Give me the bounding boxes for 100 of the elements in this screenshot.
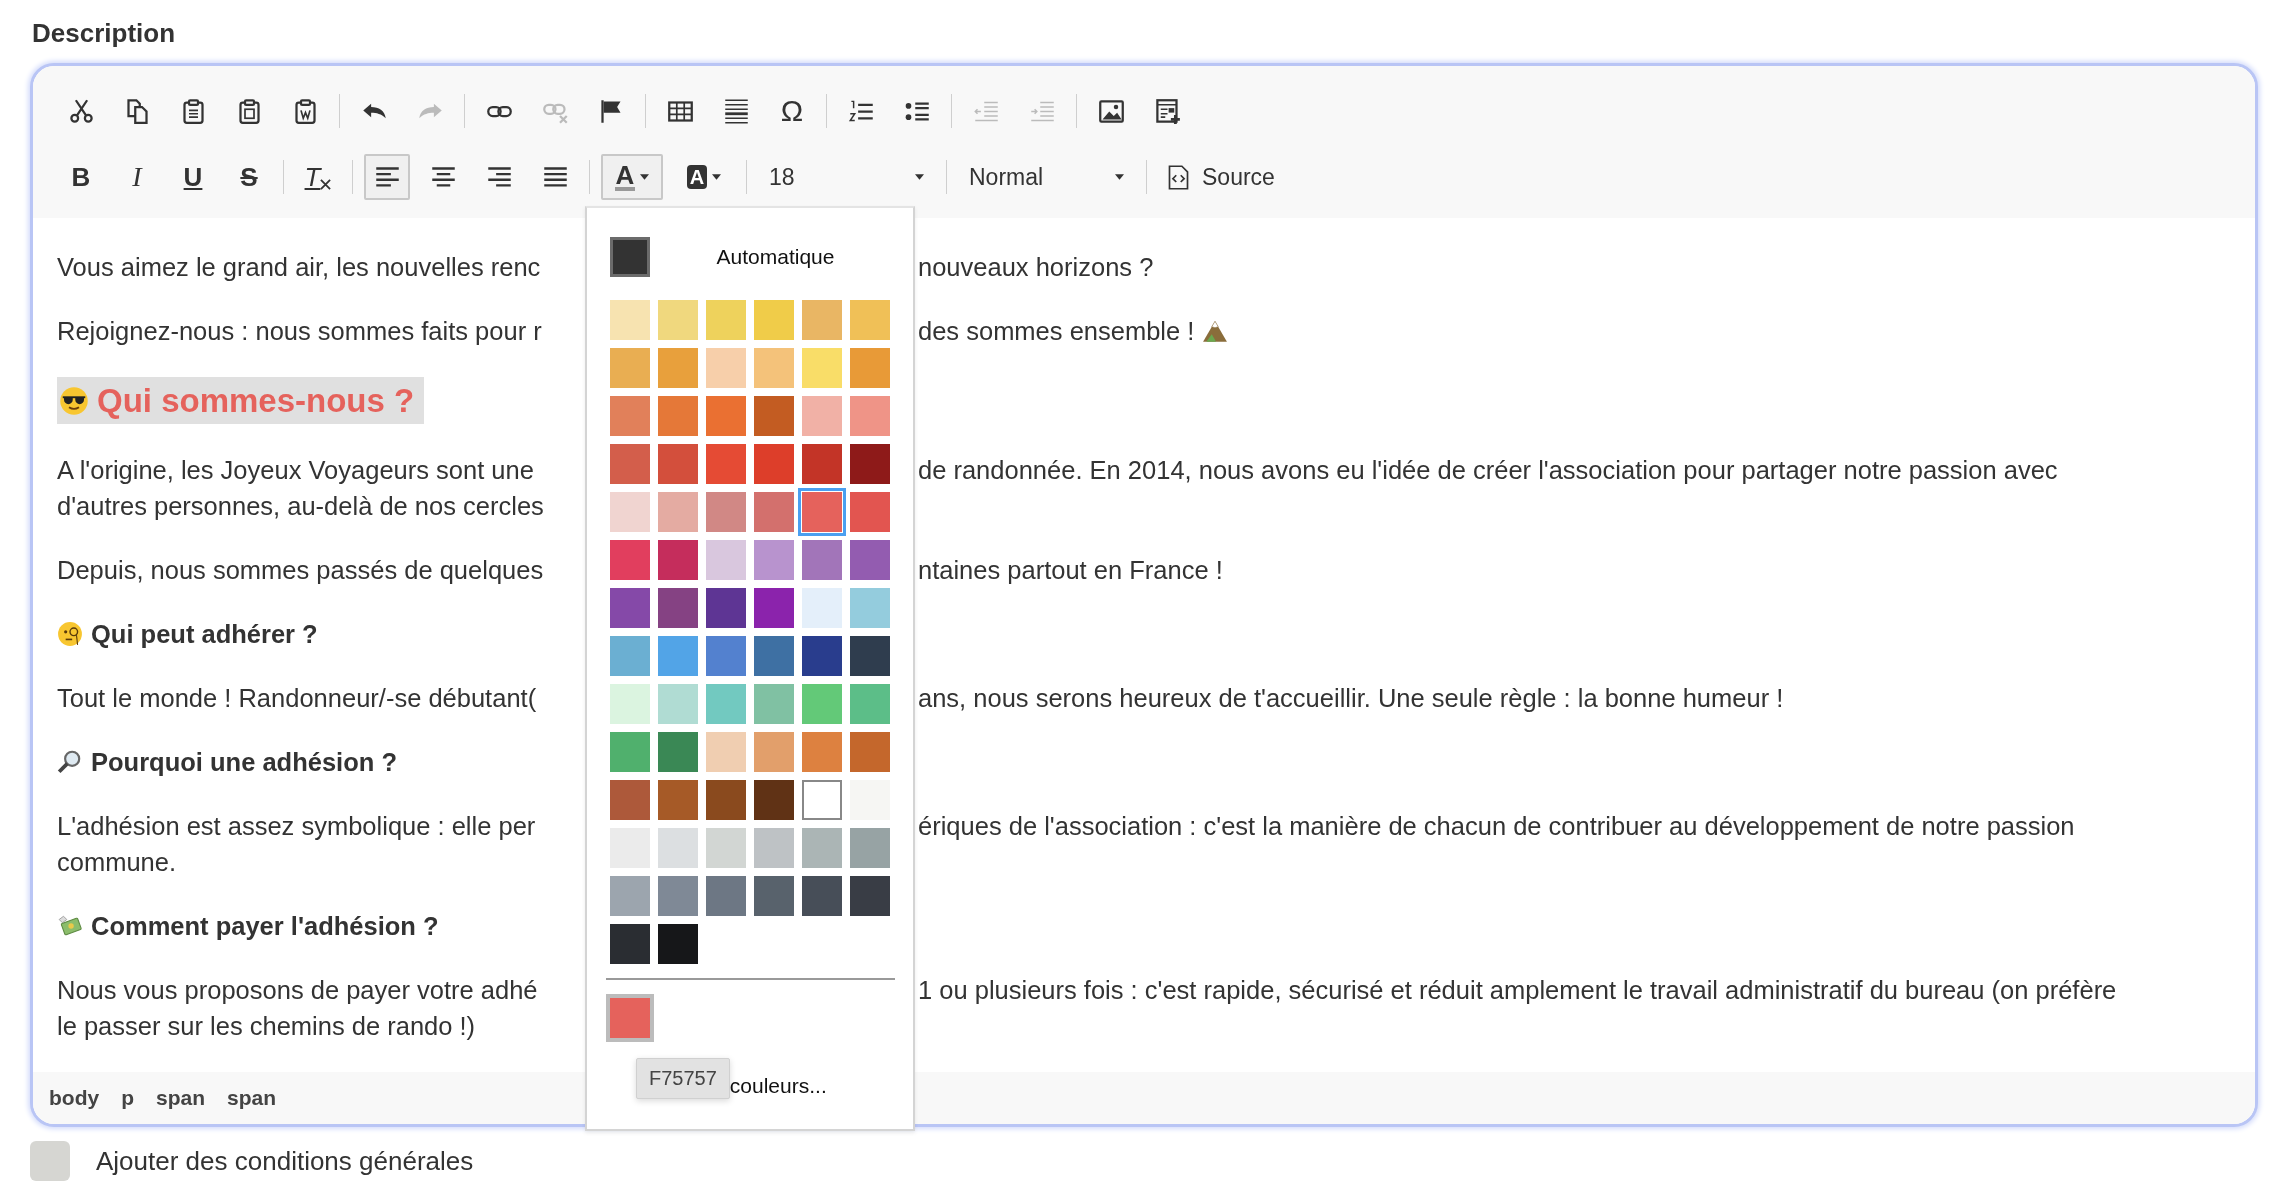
color-swatch[interactable] (610, 444, 650, 484)
color-swatch[interactable] (850, 732, 890, 772)
italic-button[interactable]: I (114, 154, 160, 200)
color-swatch[interactable] (706, 444, 746, 484)
special-char-button[interactable]: Ω (769, 88, 815, 134)
color-swatch[interactable] (706, 348, 746, 388)
color-swatch[interactable] (802, 732, 842, 772)
color-swatch[interactable] (610, 588, 650, 628)
color-swatch[interactable] (802, 348, 842, 388)
color-swatch[interactable] (610, 348, 650, 388)
color-swatch[interactable] (850, 828, 890, 868)
color-swatch[interactable] (850, 300, 890, 340)
color-swatch[interactable] (802, 684, 842, 724)
color-swatch[interactable] (610, 540, 650, 580)
color-swatch[interactable] (706, 396, 746, 436)
color-swatch[interactable] (658, 492, 698, 532)
color-swatch[interactable] (754, 828, 794, 868)
color-swatch[interactable] (658, 684, 698, 724)
remove-format-button[interactable]: T (295, 154, 341, 200)
color-swatch[interactable] (658, 348, 698, 388)
background-color-button[interactable]: A (673, 154, 735, 200)
color-swatch[interactable] (610, 876, 650, 916)
color-swatch[interactable] (658, 636, 698, 676)
color-swatch[interactable] (658, 444, 698, 484)
align-left-button[interactable] (364, 154, 410, 200)
color-swatch[interactable] (610, 780, 650, 820)
color-swatch[interactable] (754, 732, 794, 772)
more-colors-button[interactable]: couleurs... (729, 1073, 827, 1098)
color-swatch[interactable] (754, 300, 794, 340)
color-swatch[interactable] (850, 444, 890, 484)
color-swatch[interactable] (658, 876, 698, 916)
color-swatch[interactable] (610, 492, 650, 532)
color-swatch[interactable] (850, 348, 890, 388)
color-swatch[interactable] (754, 588, 794, 628)
color-swatch[interactable] (610, 924, 650, 964)
color-swatch[interactable] (850, 540, 890, 580)
color-swatch[interactable] (658, 924, 698, 964)
color-swatch[interactable] (610, 396, 650, 436)
color-swatch[interactable] (706, 588, 746, 628)
color-swatch[interactable] (706, 540, 746, 580)
color-swatch[interactable] (754, 636, 794, 676)
bold-button[interactable]: B (58, 154, 104, 200)
color-swatch[interactable] (658, 396, 698, 436)
color-swatch[interactable] (706, 732, 746, 772)
color-swatch[interactable] (850, 636, 890, 676)
color-swatch[interactable] (850, 684, 890, 724)
color-swatch[interactable] (706, 492, 746, 532)
color-swatch[interactable] (798, 488, 846, 536)
color-swatch[interactable] (850, 492, 890, 532)
color-swatch[interactable] (754, 540, 794, 580)
path-item[interactable]: span (227, 1086, 277, 1110)
color-swatch[interactable] (658, 828, 698, 868)
color-swatch[interactable] (610, 300, 650, 340)
color-swatch[interactable] (658, 780, 698, 820)
color-swatch[interactable] (706, 876, 746, 916)
color-swatch[interactable] (706, 684, 746, 724)
color-swatch[interactable] (754, 876, 794, 916)
strike-button[interactable]: S (226, 154, 272, 200)
checkbox-label[interactable]: Ajouter des conditions générales (96, 1145, 474, 1177)
color-swatch[interactable] (802, 636, 842, 676)
color-swatch[interactable] (754, 780, 794, 820)
color-swatch[interactable] (850, 396, 890, 436)
color-swatch[interactable] (802, 828, 842, 868)
color-swatch[interactable] (802, 300, 842, 340)
source-button[interactable]: Source (1159, 154, 1281, 200)
color-swatch[interactable] (754, 684, 794, 724)
color-swatch[interactable] (706, 636, 746, 676)
text-color-button[interactable]: A (601, 154, 663, 200)
color-swatch[interactable] (610, 684, 650, 724)
recent-color-swatch[interactable] (606, 994, 654, 1042)
underline-button[interactable]: U (170, 154, 216, 200)
path-item[interactable]: p (121, 1086, 134, 1110)
color-swatch[interactable] (610, 732, 650, 772)
color-swatch[interactable] (754, 396, 794, 436)
color-swatch[interactable] (802, 444, 842, 484)
color-swatch[interactable] (802, 876, 842, 916)
color-swatch[interactable] (706, 300, 746, 340)
color-swatch[interactable] (802, 588, 842, 628)
checkbox[interactable] (30, 1141, 70, 1181)
path-item[interactable]: body (49, 1086, 100, 1110)
color-swatch[interactable] (706, 780, 746, 820)
color-swatch[interactable] (754, 444, 794, 484)
color-swatch[interactable] (658, 540, 698, 580)
color-swatch[interactable] (802, 540, 842, 580)
color-swatch[interactable] (658, 588, 698, 628)
color-swatch[interactable] (706, 828, 746, 868)
color-swatch[interactable] (610, 636, 650, 676)
color-swatch[interactable] (850, 876, 890, 916)
color-swatch[interactable] (658, 300, 698, 340)
color-swatch[interactable] (802, 780, 842, 820)
color-swatch[interactable] (850, 588, 890, 628)
color-swatch[interactable] (802, 396, 842, 436)
dropdown[interactable]: Normal (959, 154, 1134, 200)
color-swatch[interactable] (754, 348, 794, 388)
automatic-color-swatch[interactable] (610, 237, 650, 277)
dropdown[interactable]: 18 (759, 154, 934, 200)
path-item[interactable]: span (156, 1086, 205, 1110)
color-swatch[interactable] (658, 732, 698, 772)
automatic-label[interactable]: Automatique (650, 245, 891, 269)
color-swatch[interactable] (754, 492, 794, 532)
